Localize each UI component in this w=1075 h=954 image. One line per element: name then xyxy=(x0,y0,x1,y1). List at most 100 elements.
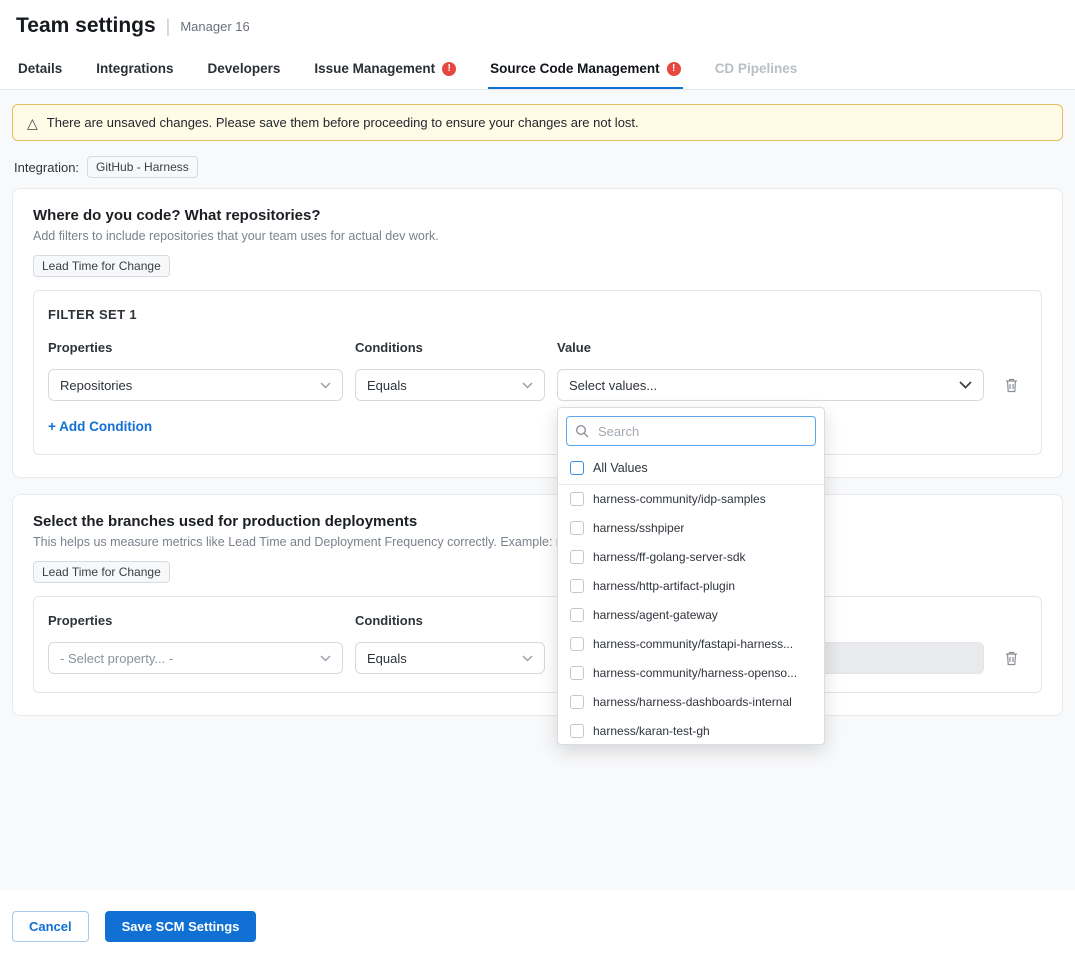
chevron-down-icon xyxy=(320,382,331,389)
value-header: Value xyxy=(557,340,984,355)
checkbox[interactable] xyxy=(570,461,584,475)
page-header: Team settings | Manager 16 xyxy=(0,0,1075,48)
search-icon xyxy=(575,424,589,438)
dropdown-option[interactable]: harness/karan-test-gh xyxy=(558,717,824,745)
tab-cd-pipelines: CD Pipelines xyxy=(713,48,800,89)
dropdown-option[interactable]: harness/http-artifact-plugin xyxy=(558,572,824,601)
value-multiselect[interactable]: Select values... xyxy=(557,369,984,401)
tab-details[interactable]: Details xyxy=(16,48,64,89)
integration-row: Integration: GitHub - Harness xyxy=(14,156,1061,178)
repositories-card-title: Where do you code? What repositories? xyxy=(33,207,1042,224)
delete-filter-button[interactable] xyxy=(1002,648,1021,668)
dropdown-option[interactable]: harness-community/idp-samples xyxy=(558,485,824,514)
dropdown-option[interactable]: harness/ff-golang-server-sdk xyxy=(558,543,824,572)
option-label: harness/sshpiper xyxy=(593,521,684,535)
dropdown-option[interactable]: harness/harness-dashboards-internal xyxy=(558,688,824,717)
repositories-card: Where do you code? What repositories? Ad… xyxy=(12,188,1063,478)
checkbox[interactable] xyxy=(570,492,584,506)
value-dropdown-popup: All Values harness-community/idp-samples… xyxy=(557,407,825,745)
properties-header: Properties xyxy=(48,340,343,355)
properties-header: Properties xyxy=(48,613,343,628)
team-name: Manager 16 xyxy=(180,19,249,34)
filter-row: - Select property... - Equals xyxy=(48,642,1027,674)
trash-icon xyxy=(1004,650,1019,666)
save-scm-settings-button[interactable]: Save SCM Settings xyxy=(105,911,257,942)
warning-triangle-icon: △︎ xyxy=(27,116,38,130)
tab-issue-management[interactable]: Issue Management xyxy=(312,48,458,89)
property-select-value: Repositories xyxy=(60,378,132,393)
dropdown-option[interactable]: harness-community/fastapi-harness... xyxy=(558,630,824,659)
condition-select[interactable]: Equals xyxy=(355,369,545,401)
dropdown-search-box xyxy=(566,416,816,446)
chevron-down-icon xyxy=(522,382,533,389)
option-label: harness/harness-dashboards-internal xyxy=(593,695,792,709)
branches-card-subtitle: This helps us measure metrics like Lead … xyxy=(33,535,1042,549)
value-select-placeholder: Select values... xyxy=(569,378,657,393)
page: Team settings | Manager 16 Details Integ… xyxy=(0,0,1075,954)
option-label: harness-community/harness-openso... xyxy=(593,666,797,680)
filter-set-title: FILTER SET 1 xyxy=(48,307,1027,322)
banner-text: There are unsaved changes. Please save t… xyxy=(47,115,639,130)
condition-select[interactable]: Equals xyxy=(355,642,545,674)
option-label: harness-community/fastapi-harness... xyxy=(593,637,793,651)
repositories-card-subtitle: Add filters to include repositories that… xyxy=(33,229,1042,243)
conditions-header: Conditions xyxy=(355,613,545,628)
all-values-option[interactable]: All Values xyxy=(558,454,824,485)
checkbox[interactable] xyxy=(570,550,584,564)
option-label: harness-community/idp-samples xyxy=(593,492,766,506)
conditions-header: Conditions xyxy=(355,340,545,355)
lead-time-chip: Lead Time for Change xyxy=(33,255,170,277)
delete-filter-button[interactable] xyxy=(1002,375,1021,395)
tab-label: Integrations xyxy=(96,61,173,76)
branches-filter-set: Properties Conditions - Select property.… xyxy=(33,596,1042,693)
lead-time-chip: Lead Time for Change xyxy=(33,561,170,583)
checkbox[interactable] xyxy=(570,695,584,709)
tab-source-code-management[interactable]: Source Code Management xyxy=(488,48,683,89)
all-values-label: All Values xyxy=(593,461,648,475)
tab-label: Developers xyxy=(208,61,281,76)
warning-icon xyxy=(667,62,681,76)
filter-column-headers: Properties Conditions Value xyxy=(48,340,1027,355)
option-label: harness/ff-golang-server-sdk xyxy=(593,550,746,564)
tab-developers[interactable]: Developers xyxy=(206,48,283,89)
page-title: Team settings xyxy=(16,14,156,38)
property-select-placeholder: - Select property... - xyxy=(60,651,173,666)
tab-label: CD Pipelines xyxy=(715,61,798,76)
tab-label: Details xyxy=(18,61,62,76)
checkbox[interactable] xyxy=(570,637,584,651)
checkbox[interactable] xyxy=(570,724,584,738)
trash-icon xyxy=(1004,377,1019,393)
dropdown-option[interactable]: harness/agent-gateway xyxy=(558,601,824,630)
footer-actions: Cancel Save SCM Settings xyxy=(12,911,256,942)
option-label: harness/agent-gateway xyxy=(593,608,718,622)
checkbox[interactable] xyxy=(570,666,584,680)
chevron-down-icon xyxy=(959,381,972,389)
property-select[interactable]: - Select property... - xyxy=(48,642,343,674)
property-select[interactable]: Repositories xyxy=(48,369,343,401)
option-label: harness/karan-test-gh xyxy=(593,724,710,738)
condition-select-value: Equals xyxy=(367,378,407,393)
add-condition-link[interactable]: + Add Condition xyxy=(48,419,152,434)
tab-label: Source Code Management xyxy=(490,61,660,76)
dropdown-option[interactable]: harness/sshpiper xyxy=(558,514,824,543)
title-separator: | xyxy=(166,16,171,37)
chevron-down-icon xyxy=(320,655,331,662)
integration-chip: GitHub - Harness xyxy=(87,156,198,178)
integration-label: Integration: xyxy=(14,160,79,175)
branches-card: Select the branches used for production … xyxy=(12,494,1063,716)
dropdown-option[interactable]: harness-community/harness-openso... xyxy=(558,659,824,688)
checkbox[interactable] xyxy=(570,579,584,593)
tab-integrations[interactable]: Integrations xyxy=(94,48,175,89)
search-input[interactable] xyxy=(596,423,807,440)
filter-set-1: FILTER SET 1 Properties Conditions Value… xyxy=(33,290,1042,455)
chevron-down-icon xyxy=(522,655,533,662)
cancel-button[interactable]: Cancel xyxy=(12,911,89,942)
condition-select-value: Equals xyxy=(367,651,407,666)
filter-column-headers: Properties Conditions xyxy=(48,613,1027,628)
checkbox[interactable] xyxy=(570,608,584,622)
filter-row: Repositories Equals Select values.. xyxy=(48,369,1027,401)
tab-bar: Details Integrations Developers Issue Ma… xyxy=(0,48,1075,90)
checkbox[interactable] xyxy=(570,521,584,535)
branches-card-title: Select the branches used for production … xyxy=(33,513,1042,530)
unsaved-changes-banner: △︎ There are unsaved changes. Please sav… xyxy=(12,104,1063,141)
